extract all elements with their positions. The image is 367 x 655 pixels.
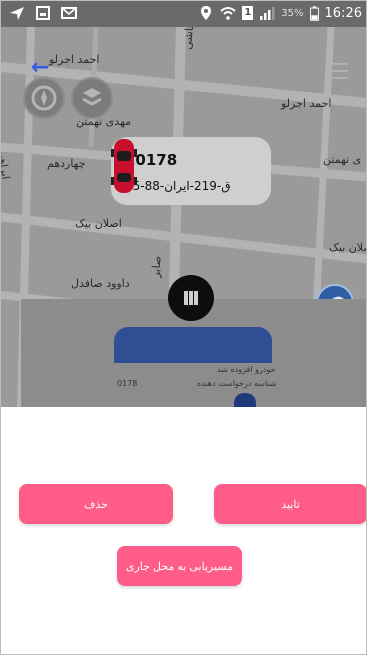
list-status-text: خودرو افزوده شد (217, 365, 276, 374)
sim-icon: 1 (242, 6, 254, 20)
status-bar-right: 1 35% 16:26 (198, 5, 362, 21)
delete-button[interactable]: حذف (19, 484, 173, 524)
map-view[interactable]: احمد اجرلو صابر هاشی احمد اجرلو مهدی تهم… (1, 27, 366, 407)
status-bar: 1 35% 16:26 (1, 1, 366, 27)
wifi-icon (220, 7, 236, 20)
vehicle-card[interactable]: 20178 55-ق-219-ایران-88 (111, 137, 271, 205)
confirm-button[interactable]: تایید (214, 484, 366, 524)
vehicle-list-header (114, 327, 272, 363)
pause-icon-bar (184, 291, 188, 305)
car-icon (111, 139, 137, 193)
status-bar-left (9, 5, 77, 21)
street-label: داوود صافدل (71, 277, 130, 290)
navigation-arrow-icon (10, 7, 24, 20)
compass-button[interactable] (23, 77, 65, 119)
street-label: چهاردهم (47, 157, 86, 170)
action-sheet: تایید حذف مسیریابی به محل جاری (1, 407, 366, 654)
street-label: احمد اجرلو (49, 53, 100, 66)
battery-icon (309, 5, 319, 21)
battery-percent: 35% (281, 7, 304, 19)
list-car-thumb (234, 393, 256, 407)
menu-icon[interactable] (330, 63, 348, 79)
location-pin-icon (201, 6, 212, 20)
mail-icon (61, 7, 77, 19)
street-label: اصلان بیک (75, 217, 122, 230)
gallery-icon (36, 6, 50, 20)
signal-icon (260, 7, 275, 20)
list-request-label: شناسه درخواست دهنده (197, 379, 277, 388)
street-label: احمد اجرلو (281, 97, 332, 110)
street-label: صابر (149, 255, 164, 279)
status-time: 16:26 (324, 5, 362, 21)
pause-icon-bar (194, 291, 198, 305)
map-layer-icon (82, 88, 102, 106)
list-request-id: 0178 (117, 379, 138, 388)
vehicle-plate: 55-ق-219-ایران-88 (125, 179, 231, 193)
compass-icon (31, 85, 57, 111)
street-label: اصلان بیک (329, 241, 366, 254)
pause-button[interactable] (168, 275, 214, 321)
pause-icon-bar (189, 291, 193, 305)
route-to-current-location-button[interactable]: مسیریابی به محل جاری (117, 546, 242, 586)
app-screen: 1 35% 16:26 احمد اجرلو صابر هاشی احمد اج… (0, 0, 367, 655)
map-layer-button[interactable] (71, 77, 113, 119)
street-label: ی تهمتن (323, 153, 362, 166)
